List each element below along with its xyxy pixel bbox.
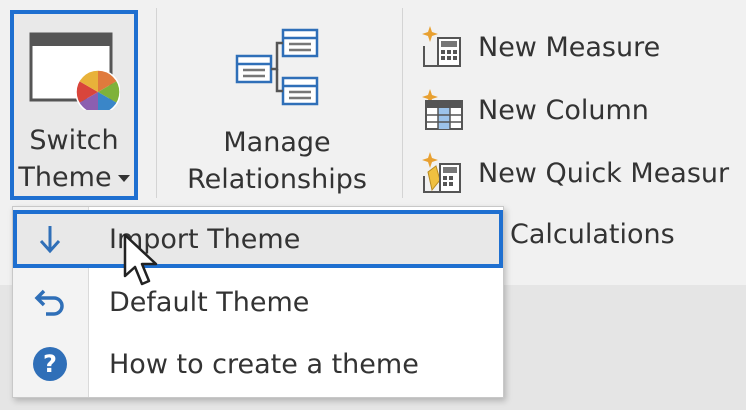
menu-item-label: How to create a theme [109, 348, 419, 380]
new-column-label: New Column [478, 94, 649, 126]
menu-item-import-theme[interactable]: Import Theme [13, 210, 503, 268]
switch-theme-button[interactable]: Switch Theme [10, 10, 138, 200]
switch-theme-menu: Import Theme Default Theme ? How to crea… [12, 206, 504, 398]
relationships-icon [231, 26, 323, 112]
new-measure-label: New Measure [478, 31, 661, 63]
menu-item-label: Default Theme [109, 286, 310, 318]
undo-icon [29, 281, 71, 323]
new-quick-measure-label: New Quick Measur [478, 157, 730, 189]
manage-relationships-button[interactable]: Manage Relationships [172, 10, 382, 200]
dropdown-caret-icon [117, 175, 130, 182]
quick-measure-icon [422, 152, 461, 193]
calculator-icon [422, 26, 461, 67]
switch-theme-label: Switch Theme [18, 122, 130, 196]
ribbon-separator [156, 8, 157, 198]
menu-item-how-to-create-theme[interactable]: ? How to create a theme [13, 335, 503, 393]
arrow-down-icon [29, 218, 71, 260]
new-measure-button[interactable]: New Measure [420, 22, 746, 72]
svg-text:?: ? [43, 350, 57, 378]
ribbon-separator [402, 8, 403, 198]
help-icon: ? [29, 343, 71, 385]
new-column-button[interactable]: New Column [420, 85, 746, 135]
manage-relationships-label: Manage Relationships [187, 127, 367, 195]
new-quick-measure-button[interactable]: New Quick Measur [420, 148, 746, 198]
calculations-group-label: Calculations [510, 219, 675, 250]
menu-item-default-theme[interactable]: Default Theme [13, 273, 503, 331]
theme-palette-icon [28, 32, 121, 115]
mouse-cursor-icon [123, 233, 158, 286]
table-column-icon [422, 89, 463, 130]
